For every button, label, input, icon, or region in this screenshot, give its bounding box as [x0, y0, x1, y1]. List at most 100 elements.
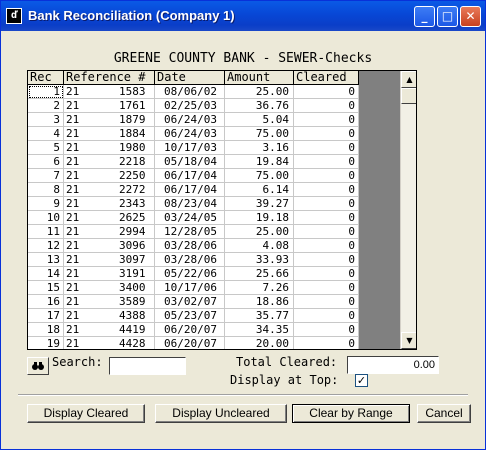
- cell-ref[interactable]: 21 2994: [64, 225, 155, 239]
- table-row[interactable]: 14 21 3191 05/22/06 25.66 0: [28, 267, 359, 281]
- table-row[interactable]: 3 21 1879 06/24/03 5.04 0: [28, 113, 359, 127]
- cell-ref[interactable]: 21 1879: [64, 113, 155, 127]
- cell-ref[interactable]: 21 1583: [64, 85, 155, 99]
- vertical-scrollbar[interactable]: ▲ ▼: [400, 71, 416, 349]
- cell-ref[interactable]: 21 1761: [64, 99, 155, 113]
- column-header-reference[interactable]: Reference #: [64, 71, 155, 85]
- table-row[interactable]: 12 21 3096 03/28/06 4.08 0: [28, 239, 359, 253]
- cell-amount[interactable]: 6.14: [225, 183, 294, 197]
- cell-ref[interactable]: 21 2250: [64, 169, 155, 183]
- cell-cleared[interactable]: 0: [294, 309, 359, 323]
- cell-rec[interactable]: 10: [28, 211, 64, 225]
- cell-ref[interactable]: 21 1980: [64, 141, 155, 155]
- cell-amount[interactable]: 25.00: [225, 85, 294, 99]
- column-header-date[interactable]: Date: [155, 71, 225, 85]
- cell-ref[interactable]: 21 2343: [64, 197, 155, 211]
- cell-rec[interactable]: 11: [28, 225, 64, 239]
- cell-date[interactable]: 05/23/07: [155, 309, 225, 323]
- display-cleared-button[interactable]: Display Cleared: [27, 404, 145, 423]
- cell-rec[interactable]: 19: [28, 337, 64, 349]
- table-row[interactable]: 17 21 4388 05/23/07 35.77 0: [28, 309, 359, 323]
- cell-amount[interactable]: 4.08: [225, 239, 294, 253]
- table-row[interactable]: 2 21 1761 02/25/03 36.76 0: [28, 99, 359, 113]
- cell-rec[interactable]: 4: [28, 127, 64, 141]
- table-row[interactable]: 9 21 2343 08/23/04 39.27 0: [28, 197, 359, 211]
- cell-cleared[interactable]: 0: [294, 169, 359, 183]
- cell-cleared[interactable]: 0: [294, 197, 359, 211]
- cell-date[interactable]: 06/17/04: [155, 169, 225, 183]
- cell-rec[interactable]: 13: [28, 253, 64, 267]
- cell-ref[interactable]: 21 3589: [64, 295, 155, 309]
- display-at-top-checkbox[interactable]: ✓: [355, 374, 368, 387]
- cell-amount[interactable]: 39.27: [225, 197, 294, 211]
- cell-ref[interactable]: 21 3400: [64, 281, 155, 295]
- cell-amount[interactable]: 20.00: [225, 337, 294, 349]
- cell-date[interactable]: 06/24/03: [155, 113, 225, 127]
- cell-cleared[interactable]: 0: [294, 281, 359, 295]
- cell-date[interactable]: 03/02/07: [155, 295, 225, 309]
- cell-date[interactable]: 03/24/05: [155, 211, 225, 225]
- cell-cleared[interactable]: 0: [294, 155, 359, 169]
- cell-amount[interactable]: 7.26: [225, 281, 294, 295]
- cell-cleared[interactable]: 0: [294, 295, 359, 309]
- scroll-thumb[interactable]: [401, 88, 416, 104]
- search-input[interactable]: [109, 357, 186, 375]
- app-icon[interactable]: ď: [6, 8, 22, 24]
- cell-rec[interactable]: 6: [28, 155, 64, 169]
- cell-date[interactable]: 05/22/06: [155, 267, 225, 281]
- binoculars-icon[interactable]: [27, 357, 49, 375]
- cell-ref[interactable]: 21 3096: [64, 239, 155, 253]
- cell-amount[interactable]: 75.00: [225, 169, 294, 183]
- cell-rec[interactable]: 14: [28, 267, 64, 281]
- cell-amount[interactable]: 5.04: [225, 113, 294, 127]
- cell-rec[interactable]: 16: [28, 295, 64, 309]
- table-row[interactable]: 13 21 3097 03/28/06 33.93 0: [28, 253, 359, 267]
- close-button[interactable]: ✕: [460, 6, 481, 27]
- table-row[interactable]: 7 21 2250 06/17/04 75.00 0: [28, 169, 359, 183]
- cell-rec[interactable]: 12: [28, 239, 64, 253]
- table-row[interactable]: 10 21 2625 03/24/05 19.18 0: [28, 211, 359, 225]
- cell-date[interactable]: 12/28/05: [155, 225, 225, 239]
- cell-cleared[interactable]: 0: [294, 337, 359, 349]
- title-bar[interactable]: ď Bank Reconciliation (Company 1) _ □ ✕: [1, 1, 485, 31]
- cell-rec[interactable]: 3: [28, 113, 64, 127]
- cell-amount[interactable]: 25.66: [225, 267, 294, 281]
- cell-date[interactable]: 03/28/06: [155, 239, 225, 253]
- cell-rec[interactable]: 5: [28, 141, 64, 155]
- cell-amount[interactable]: 35.77: [225, 309, 294, 323]
- cell-ref[interactable]: 21 4388: [64, 309, 155, 323]
- cell-cleared[interactable]: 0: [294, 253, 359, 267]
- cell-cleared[interactable]: 0: [294, 239, 359, 253]
- scroll-up-icon[interactable]: ▲: [401, 71, 416, 88]
- cell-date[interactable]: 06/20/07: [155, 323, 225, 337]
- cell-date[interactable]: 08/23/04: [155, 197, 225, 211]
- cell-ref[interactable]: 21 4419: [64, 323, 155, 337]
- cell-rec[interactable]: 7: [28, 169, 64, 183]
- cell-amount[interactable]: 33.93: [225, 253, 294, 267]
- cell-amount[interactable]: 19.18: [225, 211, 294, 225]
- cell-date[interactable]: 10/17/06: [155, 281, 225, 295]
- cell-ref[interactable]: 21 3097: [64, 253, 155, 267]
- column-header-cleared[interactable]: Cleared: [294, 71, 359, 85]
- cell-rec[interactable]: 15: [28, 281, 64, 295]
- cell-cleared[interactable]: 0: [294, 85, 359, 99]
- cell-ref[interactable]: 21 2625: [64, 211, 155, 225]
- cell-date[interactable]: 06/24/03: [155, 127, 225, 141]
- column-header-amount[interactable]: Amount: [225, 71, 294, 85]
- cell-ref[interactable]: 21 1884: [64, 127, 155, 141]
- cell-ref[interactable]: 21 3191: [64, 267, 155, 281]
- cell-date[interactable]: 05/18/04: [155, 155, 225, 169]
- cell-cleared[interactable]: 0: [294, 267, 359, 281]
- cell-amount[interactable]: 36.76: [225, 99, 294, 113]
- cell-rec[interactable]: 18: [28, 323, 64, 337]
- cell-ref[interactable]: 21 4428: [64, 337, 155, 349]
- table-row[interactable]: 4 21 1884 06/24/03 75.00 0: [28, 127, 359, 141]
- cell-amount[interactable]: 18.86: [225, 295, 294, 309]
- cell-amount[interactable]: 25.00: [225, 225, 294, 239]
- table-row[interactable]: 11 21 2994 12/28/05 25.00 0: [28, 225, 359, 239]
- cell-amount[interactable]: 19.84: [225, 155, 294, 169]
- cell-rec[interactable]: 17: [28, 309, 64, 323]
- table-row[interactable]: 6 21 2218 05/18/04 19.84 0: [28, 155, 359, 169]
- cell-date[interactable]: 02/25/03: [155, 99, 225, 113]
- cell-cleared[interactable]: 0: [294, 113, 359, 127]
